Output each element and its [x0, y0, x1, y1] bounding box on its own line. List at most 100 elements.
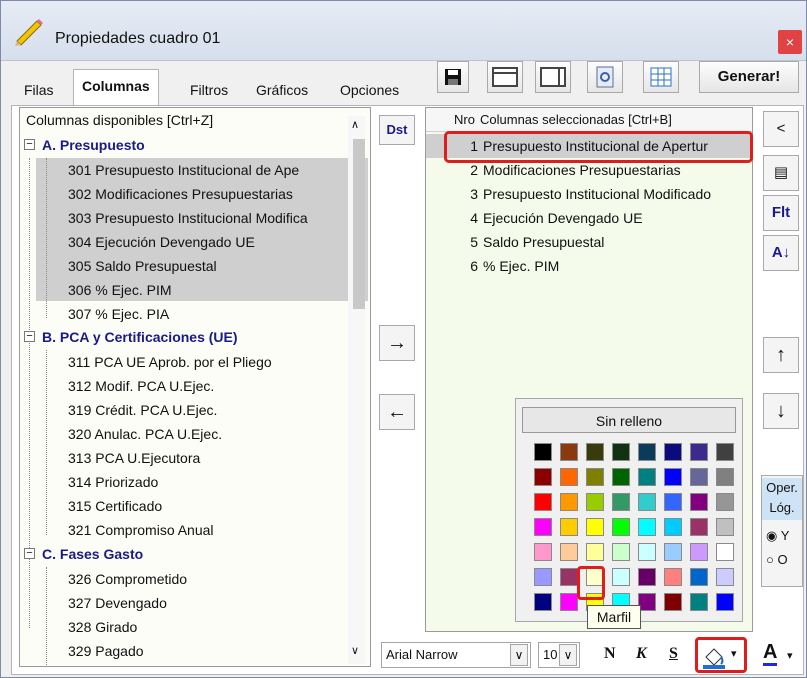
color-swatch[interactable] [560, 593, 578, 611]
list-item[interactable]: 305 Saldo Presupuestal [68, 254, 217, 278]
color-swatch[interactable] [716, 568, 734, 586]
close-button[interactable]: × [778, 30, 802, 54]
radio-y[interactable]: ◉ Y [766, 528, 789, 544]
color-swatch[interactable] [716, 518, 734, 536]
color-swatch[interactable] [690, 593, 708, 611]
color-swatch[interactable] [690, 493, 708, 511]
list-item[interactable]: 313 PCA U.Ejecutora [68, 446, 200, 470]
color-swatch[interactable] [586, 443, 604, 461]
color-swatch[interactable] [612, 493, 630, 511]
color-swatch[interactable] [612, 518, 630, 536]
move-down-button[interactable]: ↓ [763, 393, 799, 429]
italic-button[interactable]: K [636, 645, 647, 663]
flt-button[interactable]: Flt [763, 195, 799, 231]
color-swatch[interactable] [612, 468, 630, 486]
collapse-icon[interactable]: − [24, 331, 35, 342]
color-swatch[interactable] [638, 493, 656, 511]
tab-columnas[interactable]: Columnas [73, 69, 159, 105]
color-swatch[interactable] [534, 468, 552, 486]
scroll-thumb[interactable] [353, 139, 365, 309]
list-item[interactable]: 327 Devengado [68, 591, 167, 615]
list-item[interactable]: 320 Anulac. PCA U.Ejec. [68, 422, 222, 446]
remove-column-button[interactable]: ← [379, 394, 415, 430]
add-column-button[interactable]: → [379, 325, 415, 361]
tab-opciones[interactable]: Opciones [331, 73, 408, 105]
color-swatch[interactable] [612, 568, 630, 586]
color-swatch[interactable] [560, 543, 578, 561]
color-swatch[interactable] [560, 468, 578, 486]
color-swatch[interactable] [664, 543, 682, 561]
color-swatch[interactable] [534, 543, 552, 561]
list-item[interactable]: 315 Certificado [68, 494, 162, 518]
preview-button[interactable] [587, 61, 623, 93]
grid-button[interactable] [643, 61, 679, 93]
color-swatch[interactable] [586, 493, 604, 511]
color-swatch[interactable] [664, 443, 682, 461]
color-swatch[interactable] [716, 468, 734, 486]
color-swatch[interactable] [560, 443, 578, 461]
group-a-presupuesto[interactable]: A. Presupuesto [42, 133, 145, 157]
strike-button[interactable]: S [669, 645, 678, 663]
move-up-button[interactable]: ↑ [763, 337, 799, 373]
color-swatch[interactable] [690, 468, 708, 486]
color-swatch[interactable] [690, 518, 708, 536]
group-b-pca[interactable]: B. PCA y Certificaciones (UE) [42, 325, 238, 349]
font-color-button[interactable]: A [763, 641, 778, 666]
color-swatch[interactable] [534, 443, 552, 461]
color-swatch[interactable] [586, 468, 604, 486]
group-c-fases-gasto[interactable]: C. Fases Gasto [42, 542, 143, 566]
list-item[interactable]: 329 Pagado [68, 639, 144, 663]
list-item[interactable]: 303 Presupuesto Institucional Modifica [68, 206, 308, 230]
color-swatch[interactable] [560, 493, 578, 511]
save-button[interactable] [437, 61, 469, 93]
color-swatch[interactable] [638, 443, 656, 461]
list-item[interactable]: 312 Modif. PCA U.Ejec. [68, 374, 214, 398]
list-item[interactable]: 311 PCA UE Aprob. por el Pliego [68, 350, 272, 374]
list-item[interactable]: 328 Girado [68, 615, 137, 639]
color-swatch[interactable] [638, 518, 656, 536]
color-swatch[interactable] [690, 568, 708, 586]
font-family-select[interactable]: Arial Narrow [381, 642, 531, 668]
list-item[interactable]: 304 Ejecución Devengado UE [68, 230, 255, 254]
list-item[interactable]: 307 % Ejec. PIA [68, 302, 169, 326]
chevron-down-icon[interactable]: ∨ [559, 644, 577, 666]
list-item[interactable]: 314 Priorizado [68, 470, 158, 494]
tab-filtros[interactable]: Filtros [181, 73, 237, 105]
collapse-icon[interactable]: − [24, 548, 35, 559]
no-fill-button[interactable]: Sin relleno [522, 407, 736, 433]
collapse-button[interactable]: < [763, 111, 799, 147]
color-swatch[interactable] [534, 518, 552, 536]
layout-button-2[interactable] [535, 61, 571, 93]
list-item[interactable]: 326 Comprometido [68, 567, 187, 591]
tab-graficos[interactable]: Gráficos [247, 73, 317, 105]
dst-button[interactable]: Dst [379, 115, 415, 145]
list-item[interactable]: 321 Compromiso Anual [68, 518, 214, 542]
chevron-down-icon[interactable]: ▾ [787, 649, 793, 662]
generar-button[interactable]: Generar! [699, 61, 799, 93]
color-swatch[interactable] [586, 543, 604, 561]
color-swatch[interactable] [664, 468, 682, 486]
collapse-icon[interactable]: − [24, 139, 35, 150]
color-swatch[interactable] [716, 543, 734, 561]
chevron-down-icon[interactable]: ∨ [510, 644, 528, 666]
tab-filas[interactable]: Filas [15, 73, 63, 105]
color-swatch[interactable] [612, 543, 630, 561]
color-swatch[interactable] [664, 568, 682, 586]
list-item[interactable]: 302 Modificaciones Presupuestarias [68, 182, 293, 206]
color-swatch[interactable] [664, 593, 682, 611]
color-swatch[interactable] [534, 593, 552, 611]
color-swatch[interactable] [690, 543, 708, 561]
color-swatch[interactable] [690, 443, 708, 461]
color-swatch[interactable] [664, 518, 682, 536]
color-swatch[interactable] [534, 493, 552, 511]
color-swatch[interactable] [534, 568, 552, 586]
color-swatch[interactable] [716, 443, 734, 461]
color-swatch[interactable] [716, 493, 734, 511]
color-swatch[interactable] [560, 568, 578, 586]
color-swatch[interactable] [586, 518, 604, 536]
layout-button-1[interactable] [487, 61, 523, 93]
color-swatch[interactable] [638, 468, 656, 486]
list-item[interactable]: 306 % Ejec. PIM [68, 278, 172, 302]
list-item[interactable]: 319 Crédit. PCA U.Ejec. [68, 398, 217, 422]
scroll-up-icon[interactable]: ∧ [351, 118, 359, 131]
